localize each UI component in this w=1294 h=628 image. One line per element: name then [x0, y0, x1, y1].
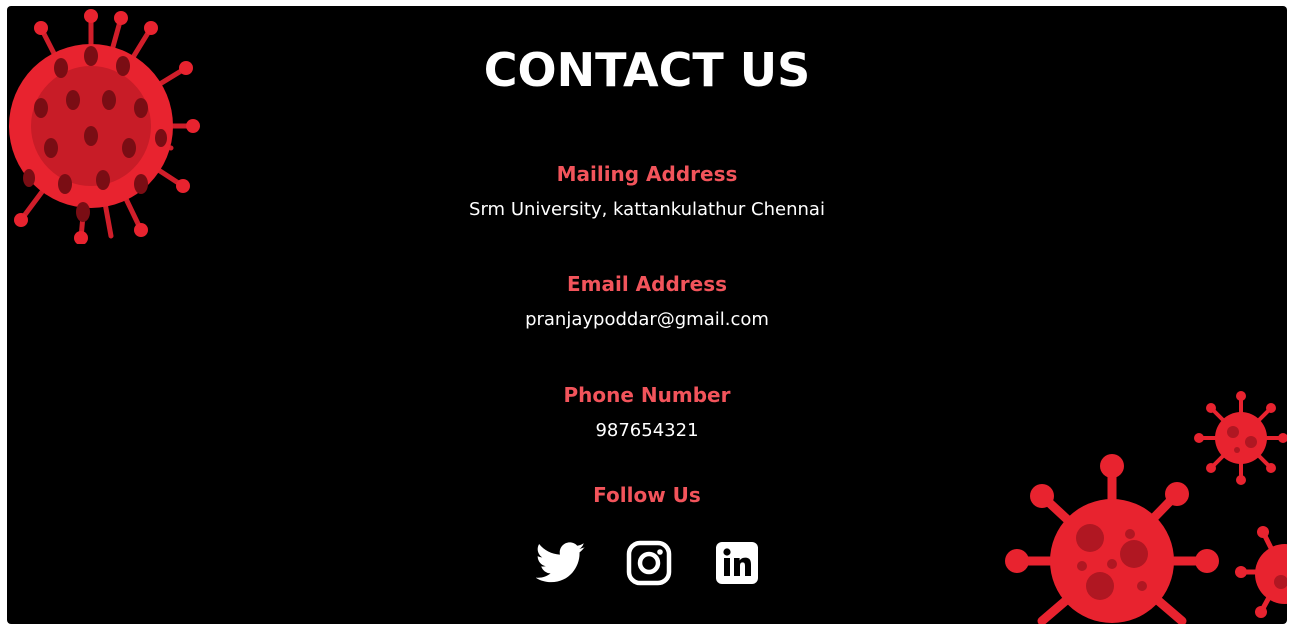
mailing-address-heading: Mailing Address	[556, 162, 738, 186]
contact-content: CONTACT US Mailing Address Srm Universit…	[7, 6, 1287, 624]
instagram-link[interactable]	[624, 540, 674, 586]
email-address-value: pranjaypoddar@gmail.com	[525, 309, 769, 330]
phone-number-heading: Phone Number	[563, 383, 731, 407]
linkedin-link[interactable]	[712, 540, 762, 586]
phone-number-value: 987654321	[595, 420, 699, 441]
email-address-heading: Email Address	[566, 272, 728, 296]
instagram-icon	[626, 540, 672, 586]
follow-us-heading: Follow Us	[593, 483, 701, 507]
mailing-address-value: Srm University, kattankulathur Chennai	[469, 199, 825, 220]
linkedin-icon	[716, 542, 758, 584]
twitter-icon	[536, 542, 586, 583]
twitter-link[interactable]	[536, 540, 586, 586]
page-title: CONTACT US	[483, 43, 811, 97]
social-links	[7, 540, 1287, 586]
contact-section: CONTACT US Mailing Address Srm Universit…	[7, 6, 1287, 624]
